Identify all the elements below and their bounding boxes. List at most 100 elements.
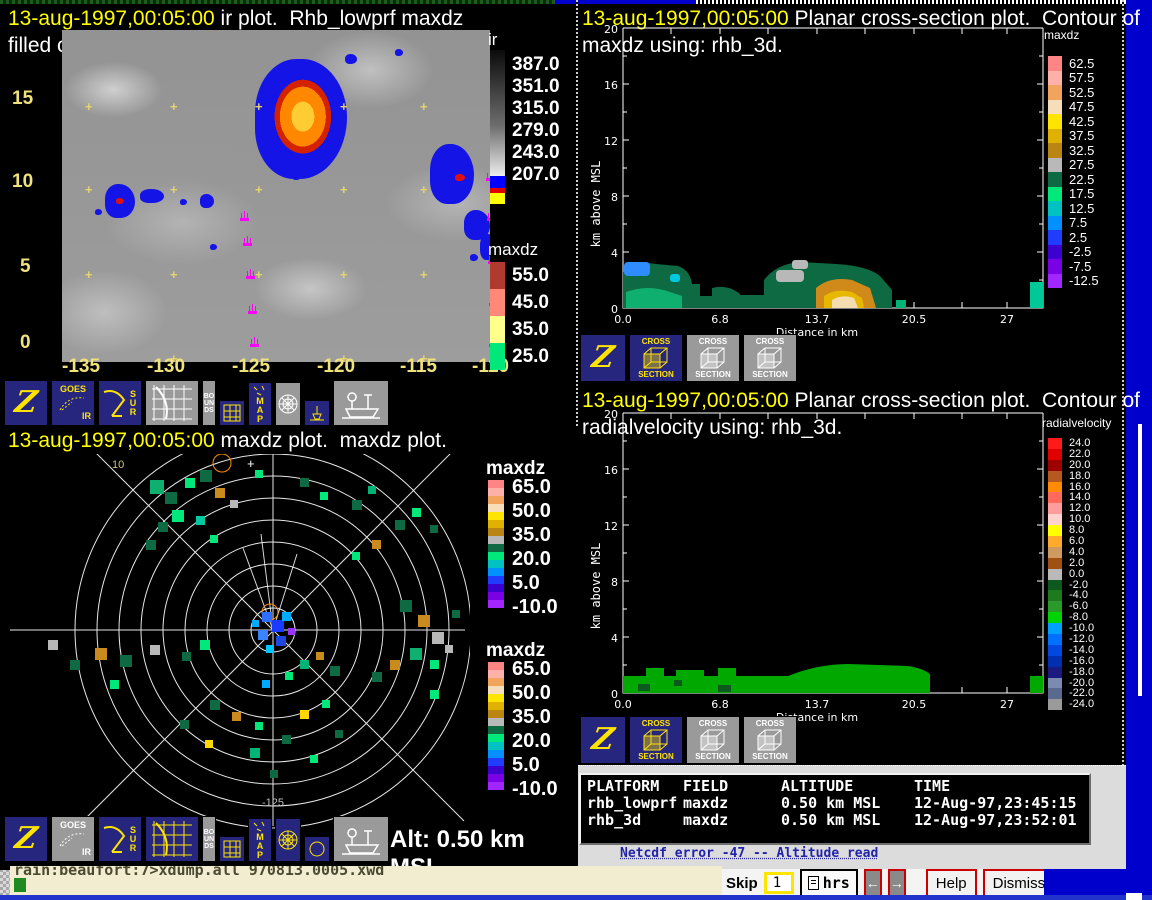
cross-section-button-active[interactable]: CROSS SECTION [629, 334, 683, 382]
cross-label: CROSS [756, 337, 784, 346]
xs1-y-tick: 20 [604, 23, 618, 36]
section-label: SECTION [752, 752, 788, 761]
surveillance-button[interactable]: SUR [98, 380, 142, 426]
circle-overlay-button[interactable] [304, 836, 330, 862]
cross-label: CROSS [699, 337, 727, 346]
zebra-menu-button[interactable]: Z [580, 334, 626, 382]
cross-section-button[interactable]: CROSS SECTION [686, 716, 740, 764]
azimuth-rings-button-active[interactable] [275, 818, 301, 862]
cube-icon [756, 728, 784, 752]
buoy-button[interactable] [304, 400, 330, 426]
cross-label: CROSS [756, 719, 784, 728]
map-button[interactable]: MAP [248, 818, 272, 862]
ir-label: IR [82, 412, 91, 421]
time-value: 12-Aug-97,23:45:15 [914, 795, 1077, 812]
xs1-y-tick: 4 [611, 247, 618, 260]
bottom-right-square [1126, 893, 1142, 900]
help-button[interactable]: Help [926, 869, 977, 897]
xs2-y-tick: 8 [611, 576, 618, 589]
zebra-z-logo: Z [590, 343, 616, 373]
cube-icon [642, 346, 670, 370]
xs2-ylabel: km above MSL [589, 543, 603, 630]
ir-colorbar-chip-blue [490, 176, 505, 188]
panel-ir-plot: 13-aug-1997,00:05:00 ir plot. Rhb_lowprf… [0, 4, 576, 426]
time-value: 12-Aug-97,23:52:01 [914, 812, 1077, 829]
xs2-y-tick: 4 [611, 632, 618, 645]
surveillance-button[interactable]: SUR [98, 816, 142, 862]
skip-label: Skip [726, 875, 758, 892]
cross-section-button-active[interactable]: CROSS SECTION [629, 716, 683, 764]
ship-button[interactable] [333, 816, 389, 862]
satellite-dish-icon [58, 830, 88, 848]
ir-satellite-map[interactable] [62, 30, 490, 362]
zebra-menu-button[interactable]: Z [580, 716, 626, 764]
terminal-command-line: rain:beaufort:7>xdump.all 970813.0005.xw… [14, 866, 722, 879]
step-forward-button[interactable]: → [888, 869, 906, 897]
xs2-x-tick: 20.5 [902, 698, 927, 711]
xs2-colorbar-title: radialvelocity [1042, 416, 1111, 430]
zebra-display-root: 13-aug-1997,00:05:00 ir plot. Rhb_lowprf… [0, 0, 1152, 900]
panel-divider-right [1122, 0, 1124, 770]
section-label: SECTION [638, 752, 674, 761]
xs1-x-tick: 13.7 [805, 313, 830, 326]
radar-colorbar2 [488, 662, 511, 790]
zebra-menu-button[interactable]: Z [4, 380, 48, 426]
bounds-button[interactable]: BOUNDS [202, 380, 216, 426]
zebra-menu-button[interactable]: Z [4, 816, 48, 862]
cross-section-button[interactable]: CROSS SECTION [743, 334, 797, 382]
goes-ir-button[interactable]: GOES IR [51, 380, 95, 426]
sur-label: SUR [128, 390, 139, 417]
xs1-x-tick: 0.0 [614, 313, 632, 326]
ship-button[interactable] [333, 380, 389, 426]
cross-section-button[interactable]: CROSS SECTION [686, 334, 740, 382]
right-scrollbar[interactable] [1138, 424, 1142, 696]
cube-icon [699, 346, 727, 370]
netcdf-error-message: Netcdf error -47 -- Altitude read [620, 846, 878, 861]
small-grid-icon [223, 840, 241, 858]
ir-y-tick: 10 [12, 171, 33, 193]
rings-icon [277, 829, 299, 851]
small-grid-button[interactable] [219, 836, 245, 862]
ship-track-marks [62, 30, 490, 362]
ir-label: IR [82, 848, 91, 857]
xs2-toolbar: Z CROSS SECTION CROSS SECTION CROSS SECT… [580, 716, 797, 764]
radar-timestamp: 13-aug-1997,00:05:00 [8, 429, 215, 452]
grid-radar-button-active[interactable] [145, 816, 199, 862]
small-grid-icon [223, 404, 241, 422]
goes-label: GOES [60, 821, 86, 830]
grid-radar-button[interactable] [145, 380, 199, 426]
ir-x-tick: -115 [400, 356, 437, 378]
map-stars-icon [252, 385, 268, 397]
panel-xs-radialvelocity: 13-aug-1997,00:05:00 Planar cross-sectio… [578, 386, 1122, 770]
field-value: maxdz [683, 795, 781, 812]
cross-label: CROSS [699, 719, 727, 728]
map-stars-icon [252, 821, 268, 833]
xterm-window[interactable]: rain:beaufort:7>xdump.all 970813.0005.xw… [10, 866, 722, 895]
skip-value-input[interactable] [764, 872, 794, 894]
field-value: maxdz [683, 812, 781, 829]
left-arrow-icon: ← [866, 875, 880, 891]
goes-ir-button[interactable]: GOES IR [51, 816, 95, 862]
platform-value: rhb_lowprf [587, 795, 683, 812]
ir-timestamp: 13-aug-1997,00:05:00 [8, 7, 215, 30]
ir-maxdz-colorbar-title: maxdz [488, 240, 538, 260]
xs2-contours [623, 664, 1043, 693]
small-grid-button[interactable] [219, 400, 245, 426]
xs1-colorbar: 62.557.552.547.542.537.532.527.522.517.5… [1048, 56, 1099, 288]
hours-menu-button[interactable]: hrs [800, 869, 858, 897]
col-altitude: ALTITUDE [781, 778, 914, 795]
ir-x-tick: -120 [317, 356, 355, 378]
radar-dish-icon [102, 822, 128, 856]
panel-radar-ppi: 13-aug-1997,00:05:00 maxdz plot. maxdz p… [0, 426, 578, 870]
azimuth-rings-button[interactable] [275, 382, 301, 426]
cross-section-button[interactable]: CROSS SECTION [743, 716, 797, 764]
map-button[interactable]: MAP [248, 382, 272, 426]
ir-x-tick: -130 [147, 356, 185, 378]
step-back-button[interactable]: ← [864, 869, 882, 897]
xs2-plot[interactable]: 20 16 12 8 4 0 0.0 6.8 13.7 20.5 27 Dist… [578, 386, 1122, 770]
xs2-x-tick: 6.8 [711, 698, 729, 711]
ship-icon [338, 385, 384, 421]
bounds-button[interactable]: BOUNDS [202, 816, 216, 862]
zebra-z-logo: Z [13, 388, 39, 418]
xs1-plot[interactable]: 20 16 12 8 4 0 0.0 6.8 13.7 20.5 27 Dist… [578, 4, 1122, 386]
